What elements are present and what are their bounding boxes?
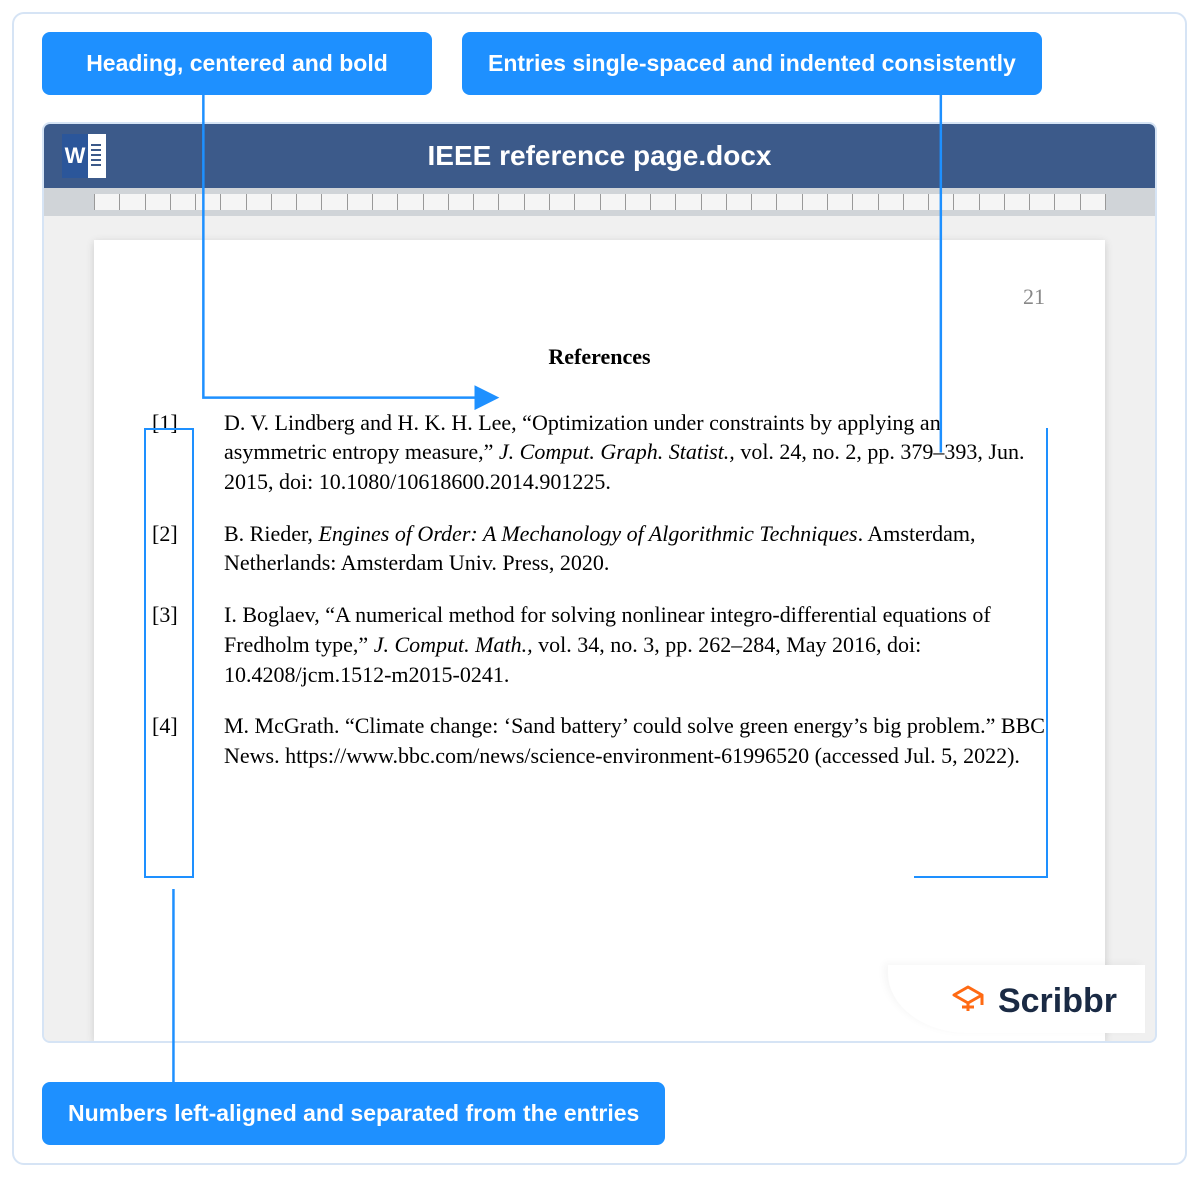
callout-heading: Heading, centered and bold [42, 32, 432, 95]
reference-row: [2] B. Rieder, Engines of Order: A Mecha… [152, 519, 1047, 578]
document-body: 21 References [1] D. V. Lindberg and H. … [44, 216, 1155, 1041]
page-number: 21 [1023, 282, 1045, 312]
document-title: IEEE reference page.docx [428, 140, 772, 172]
reference-row: [3] I. Boglaev, “A numerical method for … [152, 600, 1047, 689]
references-heading: References [152, 342, 1047, 372]
outer-frame: Heading, centered and bold Entries singl… [12, 12, 1187, 1165]
callout-entries: Entries single-spaced and indented consi… [462, 32, 1042, 95]
ruler [44, 188, 1155, 216]
reference-row: [1] D. V. Lindberg and H. K. H. Lee, “Op… [152, 408, 1047, 497]
brand-badge: Scribbr [888, 965, 1145, 1033]
reference-row: [4] M. McGrath. “Climate change: ‘Sand b… [152, 711, 1047, 770]
titlebar: W IEEE reference page.docx [44, 124, 1155, 188]
word-icon: W [62, 134, 106, 178]
page: 21 References [1] D. V. Lindberg and H. … [94, 240, 1105, 1041]
entries-highlight-box [914, 428, 1048, 878]
document-window: W IEEE reference page.docx 21 References… [42, 122, 1157, 1043]
callout-numbers: Numbers left-aligned and separated from … [42, 1082, 665, 1145]
brand-name: Scribbr [998, 982, 1117, 1021]
reference-list: [1] D. V. Lindberg and H. K. H. Lee, “Op… [152, 408, 1047, 771]
number-highlight-box [144, 428, 194, 878]
scribbr-logo-icon [948, 981, 988, 1021]
